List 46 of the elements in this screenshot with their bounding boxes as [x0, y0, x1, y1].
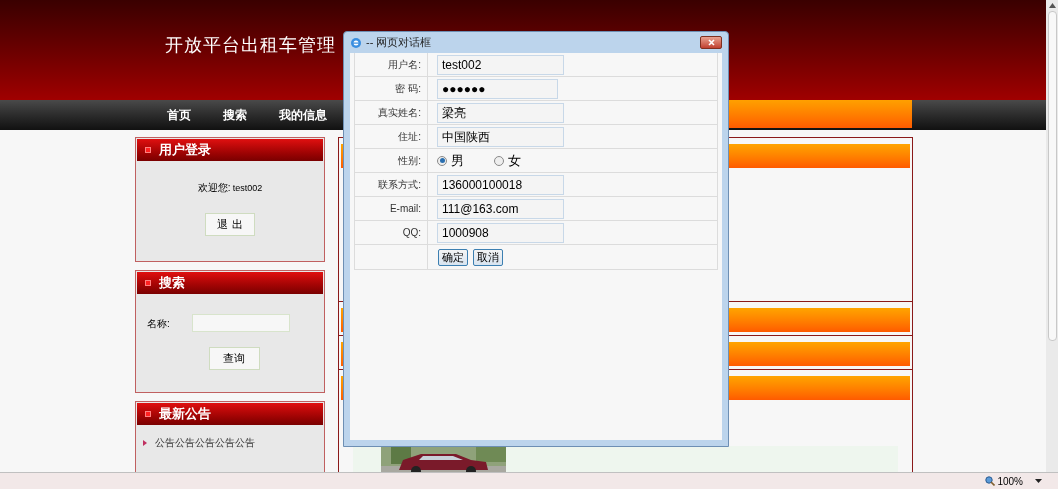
field-label: 密 码: [395, 82, 421, 96]
site-title: 开放平台出租车管理 [165, 33, 336, 57]
field-label: 性别: [398, 154, 421, 168]
bullet-icon [143, 439, 147, 446]
dialog-title: -- 网页对话框 [366, 35, 432, 51]
square-icon [145, 280, 151, 286]
zoom-level[interactable]: 100% [997, 473, 1023, 489]
username-text: test002 [232, 182, 263, 195]
field-label: 用户名: [388, 58, 421, 72]
notice-link[interactable]: 公告公告公告公告公告 [155, 435, 255, 450]
text-field[interactable]: 1000908 [437, 222, 564, 243]
text-field[interactable]: 梁亮 [437, 102, 564, 123]
nav-link[interactable]: 首页 [167, 106, 191, 124]
scroll-up-icon[interactable] [1048, 3, 1056, 8]
box-title: 最新公告 [159, 405, 211, 424]
nav-link[interactable]: 我的信息 [279, 106, 327, 124]
scrollbar[interactable] [1046, 0, 1058, 472]
logout-button[interactable]: 退 出 [205, 212, 255, 236]
browser-icon [350, 36, 362, 49]
zoom-icon[interactable] [985, 476, 996, 486]
field-label: 住址: [398, 130, 421, 144]
text-field[interactable]: test002 [437, 54, 564, 75]
field-label: E-mail: [389, 202, 421, 216]
field-label: 真实姓名: [378, 106, 421, 120]
dialog-button[interactable]: 确定 [438, 248, 468, 266]
name-label: 名称: [147, 316, 170, 331]
close-button[interactable] [700, 36, 722, 49]
name-field[interactable] [191, 314, 290, 332]
dialog-button[interactable]: 取消 [473, 248, 503, 266]
search-button[interactable]: 查询 [208, 347, 260, 370]
radio-option[interactable]: 男 [437, 150, 464, 171]
welcome-text: 欢迎您: [197, 181, 231, 195]
field-label: 联系方式: [378, 178, 421, 192]
square-icon [145, 147, 151, 153]
password-field[interactable]: ●●●●●● [437, 78, 558, 99]
close-icon [707, 39, 715, 46]
square-icon [145, 411, 151, 417]
text-field[interactable]: 中国陕西 [437, 126, 564, 147]
caret-icon[interactable] [1035, 479, 1042, 483]
nav-link[interactable]: 搜索 [223, 106, 247, 124]
text-field[interactable]: 136000100018 [437, 174, 564, 195]
field-label: QQ: [402, 226, 421, 240]
radio-option[interactable]: 女 [494, 150, 521, 171]
box-title: 用户登录 [159, 141, 211, 160]
text-field[interactable]: 111@163.com [437, 198, 564, 219]
box-title: 搜索 [159, 274, 185, 293]
